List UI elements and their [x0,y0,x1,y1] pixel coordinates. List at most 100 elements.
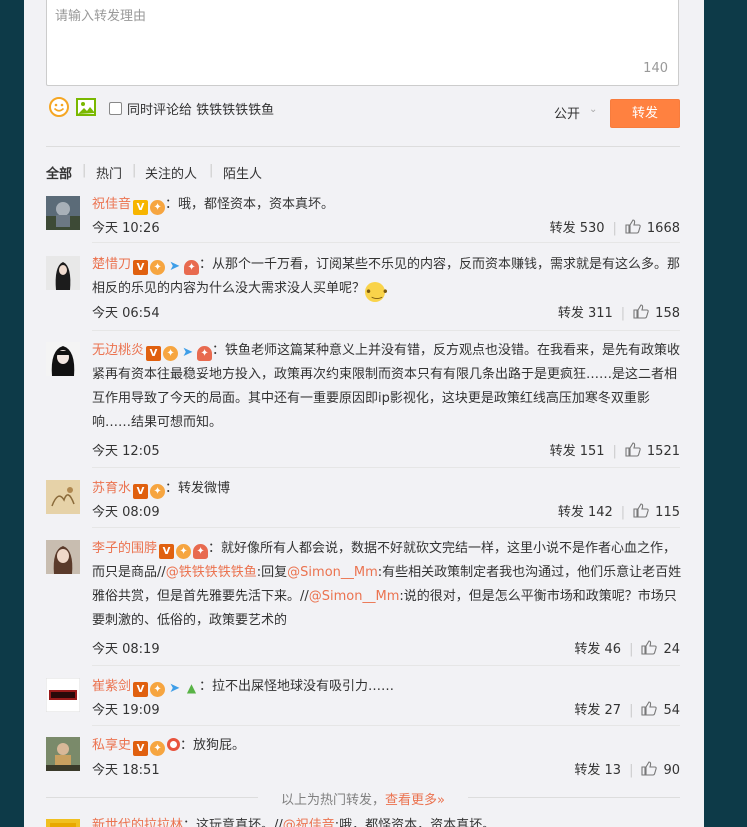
hot-footer-text: 以上为热门转发， [281,793,386,808]
member-badge-icon[interactable]: ✦ [150,484,166,499]
chevron-down-icon[interactable]: ⌄ [589,104,597,115]
avatar[interactable] [46,678,80,712]
timestamp: 今天 06:54 [92,306,160,321]
repost-text: :哦，都怪资本，资本真坏。 [334,818,496,827]
see-more-link[interactable]: 查看更多» [385,793,445,808]
verified-badge-icon[interactable]: V [133,260,149,275]
member-badge-icon[interactable]: ✦ [150,682,166,697]
mention-link[interactable]: @铁铁铁铁铁鱼 [166,565,257,580]
repost-meta: 今天 18:51 转发 13 | 90 [92,759,680,778]
repost-meta: 今天 12:05 转发 151 | 1521 [92,440,680,459]
paper-plane-icon[interactable]: ➤ [180,345,195,360]
repost-meta: 今天 19:09 转发 27 | 54 [92,699,680,718]
thumbs-up-icon[interactable] [641,761,658,776]
member-badge-icon[interactable]: ✦ [163,346,179,361]
tab-all[interactable]: 全部 [46,163,72,182]
tab-following[interactable]: 关注的人 [145,163,197,182]
shield-badge-icon[interactable]: ✦ [184,260,200,275]
thumbs-up-icon[interactable] [633,503,649,518]
forward-count[interactable]: 转发 46 [574,642,621,657]
timestamp: 今天 12:05 [92,444,160,459]
avatar[interactable] [46,342,80,376]
username[interactable]: 李子的围脖 [92,541,157,556]
shield-badge-icon[interactable]: ✦ [193,544,209,559]
username[interactable]: 崔紫剑 [92,679,131,694]
tab-strangers[interactable]: 陌生人 [223,163,262,182]
thumbs-up-icon[interactable] [625,442,641,457]
ring-badge-icon[interactable] [167,738,181,751]
timestamp: 今天 08:09 [92,505,160,520]
timestamp: 今天 08:19 [92,642,160,657]
thumbs-up-icon[interactable] [625,219,641,234]
avatar[interactable] [46,196,80,230]
member-badge-icon[interactable]: ✦ [150,741,166,756]
composer-toolbar: 同时评论给 铁铁铁铁铁鱼 公开 ⌄ 转发 [46,96,680,128]
timestamp: 今天 18:51 [92,763,160,778]
thinking-emoji-icon: •‿• [365,282,389,302]
username[interactable]: 苏育水 [92,481,131,496]
hot-reposts-footer: 以上为热门转发，查看更多» [46,789,680,808]
member-badge-icon[interactable]: ✦ [150,200,166,215]
also-comment-label: 同时评论给 铁铁铁铁铁鱼 [127,103,275,118]
mention-link[interactable]: @Simon__Mm [309,589,400,604]
verified-badge-icon[interactable]: V [133,682,149,697]
repost-meta: 今天 08:19 转发 46 | 24 [92,638,680,657]
tab-hot[interactable]: 热门 [96,163,122,182]
like-count[interactable]: 115 [655,505,680,520]
mention-link[interactable]: @祝佳音 [283,818,335,827]
avatar[interactable] [46,819,80,827]
tab-separator: | [132,163,137,178]
forward-count[interactable]: 转发 151 [550,444,605,459]
emoji-icon[interactable] [48,96,70,118]
shield-badge-icon[interactable]: ✦ [197,346,213,361]
mention-link[interactable]: @Simon__Mm [287,565,378,580]
row-divider [92,330,680,331]
member-badge-icon[interactable]: ✦ [176,544,192,559]
thumbs-up-icon[interactable] [641,640,658,655]
repost-meta: 今天 06:54 转发 311 | 158 [92,302,680,321]
forward-count[interactable]: 转发 27 [574,703,621,718]
like-count[interactable]: 54 [663,703,680,718]
username[interactable]: 无边桃炎 [92,343,144,358]
repost-text: :回复 [256,565,288,580]
avatar[interactable] [46,737,80,771]
thumbs-up-icon[interactable] [641,701,658,716]
forward-count[interactable]: 转发 530 [550,221,605,236]
forward-count[interactable]: 转发 311 [558,306,613,321]
repost-reason-input[interactable]: 请输入转发理由 140 [46,0,679,86]
visibility-select[interactable]: 公开 [554,103,580,122]
repost-text: ：转发微博 [165,481,231,496]
username[interactable]: 私享史 [92,738,131,753]
verified-badge-icon[interactable]: V [133,200,149,215]
avatar[interactable] [46,540,80,574]
char-count: 140 [643,61,668,76]
like-count[interactable]: 158 [655,306,680,321]
paper-plane-icon[interactable]: ➤ [167,259,182,274]
verified-badge-icon[interactable]: V [133,741,149,756]
like-count[interactable]: 1521 [647,444,680,459]
member-badge-icon[interactable]: ✦ [150,260,166,275]
like-count[interactable]: 24 [663,642,680,657]
thumbs-up-icon[interactable] [633,304,649,319]
username[interactable]: 新世代的拉拉林 [92,818,183,827]
verified-badge-icon[interactable]: V [146,346,162,361]
repost-meta: 今天 08:09 转发 142 | 115 [92,501,680,520]
verified-badge-icon[interactable]: V [133,484,149,499]
username[interactable]: 祝佳音 [92,197,131,212]
username[interactable]: 楚惜刀 [92,257,131,272]
row-divider [92,242,680,243]
verified-badge-icon[interactable]: V [159,544,175,559]
avatar[interactable] [46,480,80,514]
forward-count[interactable]: 转发 13 [574,763,621,778]
also-comment-checkbox[interactable] [109,102,122,115]
image-icon[interactable] [75,96,97,118]
paper-plane-icon[interactable]: ➤ [167,681,182,696]
like-count[interactable]: 1668 [647,221,680,236]
like-count[interactable]: 90 [663,763,680,778]
forward-button[interactable]: 转发 [610,99,680,128]
tent-badge-icon[interactable]: ▲ [184,681,199,696]
repost-text: ：拉不出屎怪地球没有吸引力…… [199,679,395,694]
divider [46,146,680,147]
forward-count[interactable]: 转发 142 [558,505,613,520]
avatar[interactable] [46,256,80,290]
